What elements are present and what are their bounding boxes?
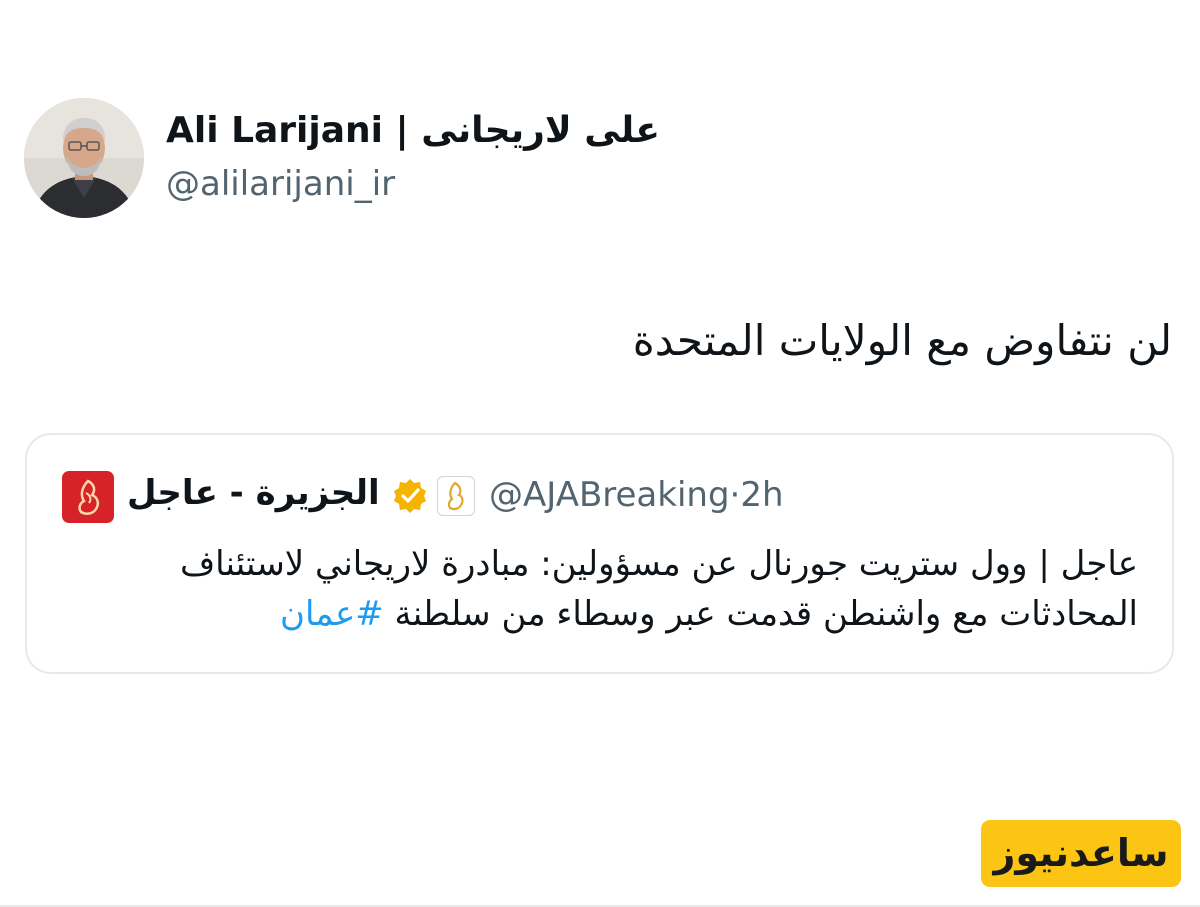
hashtag-link[interactable]: #عمان xyxy=(280,594,384,634)
tweet-screenshot: Ali Larijani | علی لاریجانی @alilarijani… xyxy=(0,0,1200,907)
author-avatar[interactable] xyxy=(24,98,144,218)
affiliate-badge-icon xyxy=(437,476,475,516)
tweet-text: لن نتفاوض مع الولايات المتحدة xyxy=(632,316,1172,365)
watermark-logo: ساعدنیوز xyxy=(981,820,1181,887)
author-handle[interactable]: @alilarijani_ir xyxy=(166,164,395,204)
quoted-meta: @AJABreaking·2h xyxy=(489,475,784,515)
meta-separator: · xyxy=(729,475,741,515)
quoted-tweet-body: عاجل | وول ستريت جورنال عن مسؤولين: مباد… xyxy=(58,539,1138,639)
verified-badge-icon xyxy=(391,477,429,515)
quoted-source-name[interactable]: الجزيرة - عاجل xyxy=(127,473,380,513)
profile-photo-icon xyxy=(24,98,144,218)
quoted-time[interactable]: 2h xyxy=(740,475,783,515)
author-display-name[interactable]: Ali Larijani | علی لاریجانی xyxy=(166,110,660,151)
watermark-text: ساعدنیوز xyxy=(993,831,1169,875)
aljazeera-logo-icon xyxy=(62,471,114,523)
quoted-body-line-2: المحادثات مع واشنطن قدمت عبر وسطاء من سل… xyxy=(58,589,1138,639)
quoted-tweet-card[interactable]: الجزيرة - عاجل @AJABreaking·2h عاجل | وو… xyxy=(25,433,1174,674)
quoted-body-line-1: عاجل | وول ستريت جورنال عن مسؤولين: مباد… xyxy=(179,544,1138,584)
quoted-body-line-2-text: المحادثات مع واشنطن قدمت عبر وسطاء من سل… xyxy=(394,594,1138,634)
quoted-handle[interactable]: @AJABreaking xyxy=(489,475,730,515)
